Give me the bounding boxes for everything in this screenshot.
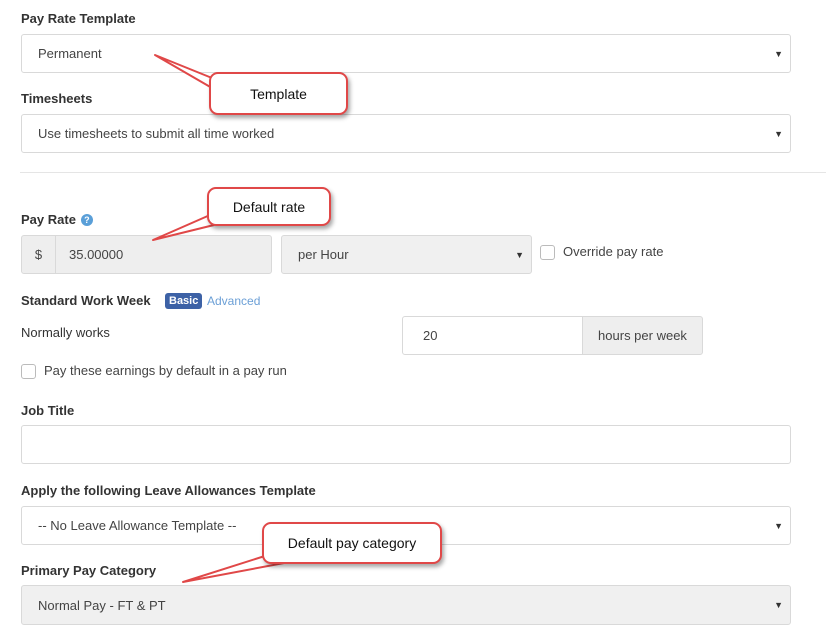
default-rate-callout-pointer	[152, 214, 215, 241]
default-rate-callout: Default rate	[207, 187, 331, 226]
template-callout: Template	[209, 72, 348, 115]
template-callout-pointer	[154, 54, 213, 89]
default-pay-category-callout: Default pay category	[262, 522, 442, 564]
